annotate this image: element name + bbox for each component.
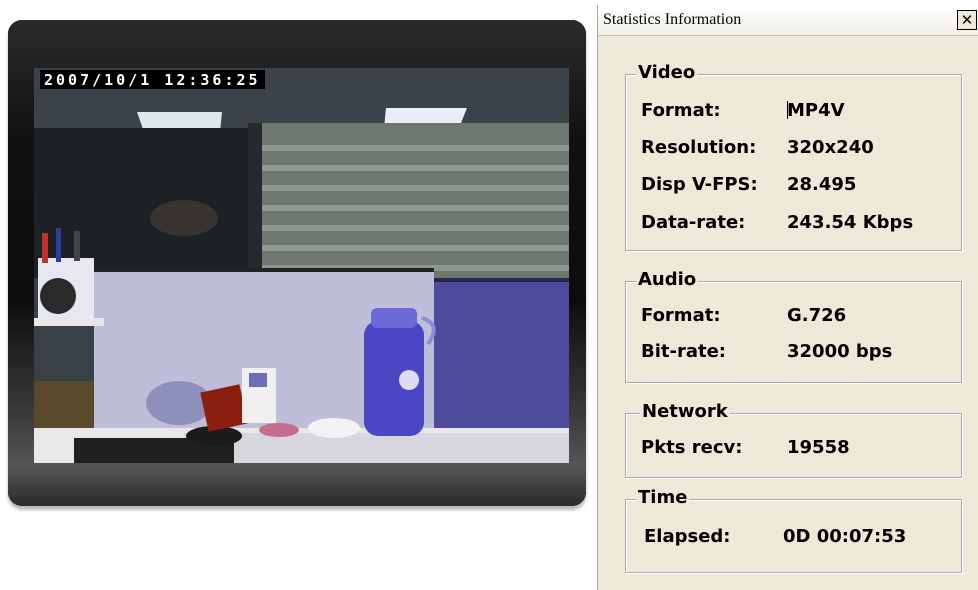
audio-format-label: Format: — [641, 305, 721, 326]
video-resolution-value: 320x240 — [787, 137, 874, 158]
video-datarate-value: 243.54 Kbps — [787, 212, 914, 233]
time-group: Time Elapsed: 0D 00:07:53 — [625, 487, 962, 573]
network-pkts-label: Pkts recv: — [641, 437, 743, 458]
camera-video-feed[interactable]: 2007/10/1 12:36:25 — [34, 68, 569, 463]
video-fps-value: 28.495 — [787, 174, 857, 195]
video-timestamp-overlay: 2007/10/1 12:36:25 — [40, 70, 265, 89]
time-elapsed-label: Elapsed: — [644, 526, 731, 547]
video-format-value-text: MP4V — [787, 100, 845, 121]
video-format-value: MP4V — [787, 99, 845, 123]
network-pkts-value: 19558 — [787, 437, 850, 458]
audio-bitrate-value: 32000 bps — [787, 341, 893, 362]
statistics-dialog: Statistics Information ✕ Video Format: M… — [597, 5, 978, 590]
video-format-label: Format: — [641, 100, 721, 121]
video-resolution-label: Resolution: — [641, 137, 757, 158]
dialog-title: Statistics Information — [603, 11, 742, 28]
video-group-legend: Video — [636, 62, 698, 84]
close-button[interactable]: ✕ — [957, 10, 977, 30]
video-viewer-frame: 2007/10/1 12:36:25 — [8, 20, 586, 506]
audio-group-legend: Audio — [636, 269, 699, 291]
network-group: Network Pkts recv: 19558 — [625, 401, 962, 478]
time-group-legend: Time — [636, 487, 690, 509]
audio-format-value: G.726 — [787, 305, 847, 326]
dialog-titlebar[interactable]: Statistics Information ✕ — [598, 5, 978, 36]
network-group-legend: Network — [640, 401, 730, 423]
video-datarate-label: Data-rate: — [641, 212, 746, 233]
time-elapsed-value: 0D 00:07:53 — [783, 526, 907, 547]
close-icon: ✕ — [960, 11, 974, 29]
audio-group: Audio Format: G.726 Bit-rate: 32000 bps — [625, 269, 962, 383]
video-fps-label: Disp V-FPS: — [641, 174, 758, 195]
video-group: Video Format: MP4V Resolution: 320x240 D… — [625, 62, 962, 251]
camera-scene — [34, 68, 569, 463]
audio-bitrate-label: Bit-rate: — [641, 341, 726, 362]
